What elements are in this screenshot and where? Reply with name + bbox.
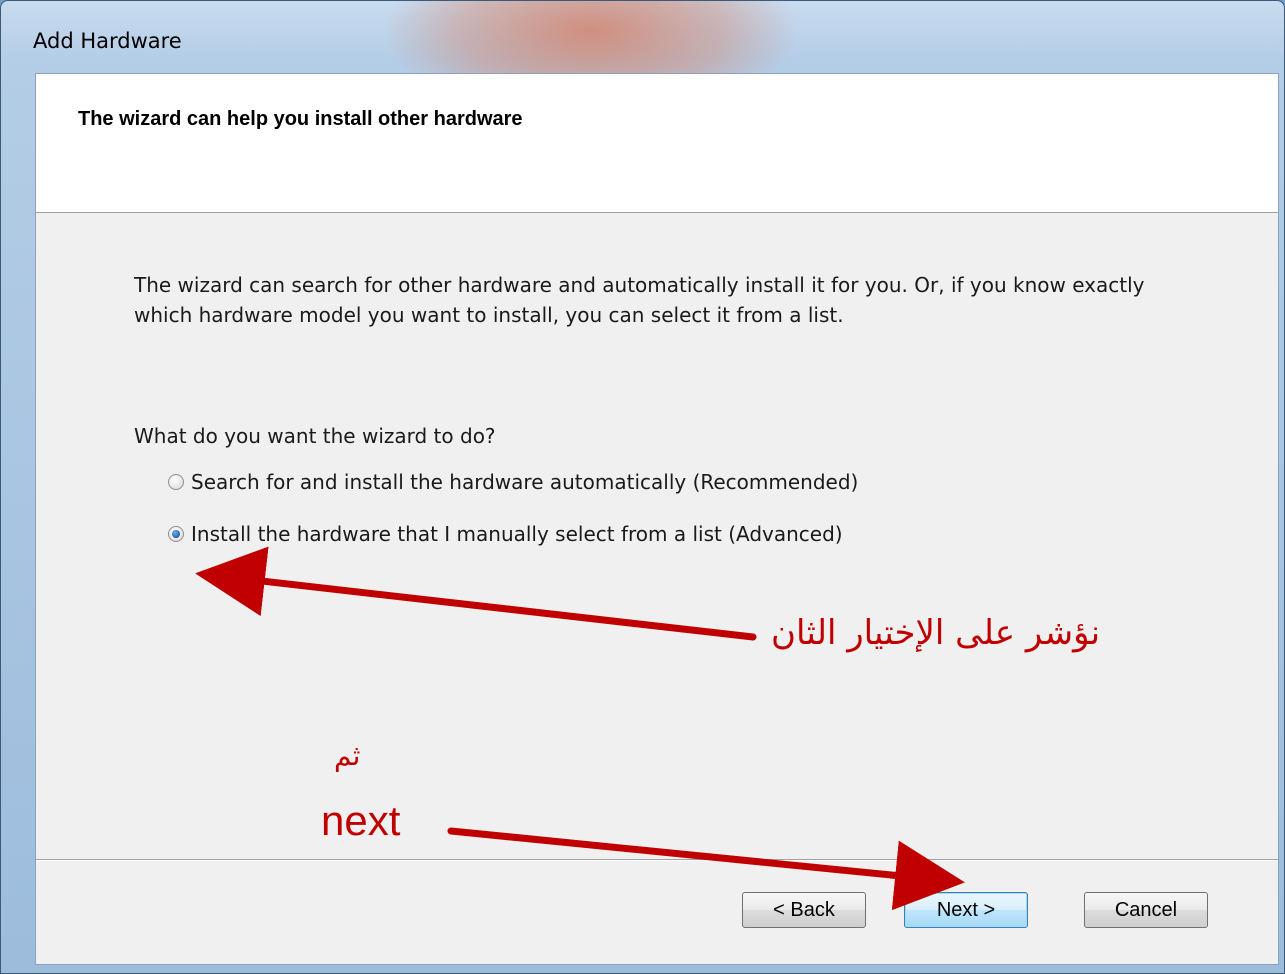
- annotation-arrows: [195, 546, 965, 911]
- annotation-arabic-instruction: نؤشر على الإختيار الثان: [771, 613, 1101, 653]
- arrow-to-option: [195, 546, 757, 641]
- annotation-next-label: next: [321, 797, 401, 844]
- annotation-arabic-then: ثم: [334, 739, 361, 772]
- arrow-to-next: [447, 827, 965, 911]
- wizard-window: Add Hardware The wizard can help you ins…: [0, 0, 1285, 974]
